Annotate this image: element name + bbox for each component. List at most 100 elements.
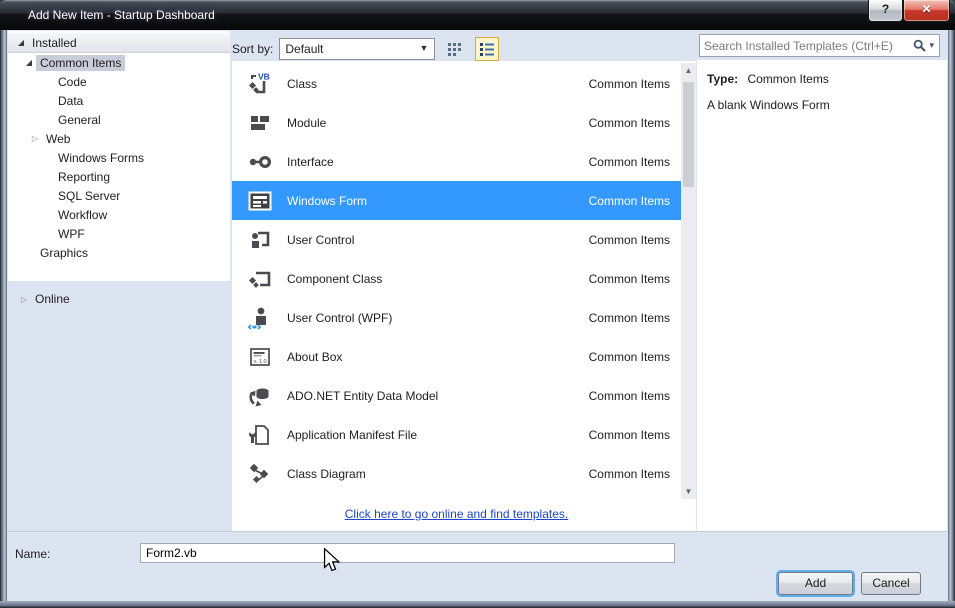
window-border-left [0, 30, 7, 608]
tree-node-reporting[interactable]: Reporting [40, 167, 230, 186]
template-category: Common Items [588, 271, 670, 286]
name-label: Name: [15, 547, 51, 561]
svg-text:VB: VB [258, 71, 270, 81]
search-box: ▾ [699, 34, 940, 57]
scrollbar-thumb[interactable] [683, 82, 694, 187]
template-item-component-class[interactable]: Component Class Common Items [232, 259, 681, 298]
template-item-class[interactable]: VB Class Common Items [232, 64, 681, 103]
sort-bar: Sort by: Default ▼ [232, 36, 500, 62]
template-item-about-box[interactable]: v. 1.0 About Box Common Items [232, 337, 681, 376]
tree-node-common-items[interactable]: ◢ Common Items [22, 53, 230, 72]
template-category: Common Items [588, 115, 670, 130]
template-item-ado-net-entity-data-model[interactable]: ADO.NET Entity Data Model Common Items [232, 376, 681, 415]
expanded-arrow-icon[interactable]: ◢ [14, 38, 28, 47]
tree-node-online[interactable]: ▷ Online [8, 289, 230, 309]
window-title: Add New Item - Startup Dashboard [28, 8, 215, 22]
template-item-application-manifest-file[interactable]: Application Manifest File Common Items [232, 415, 681, 454]
template-list: VB Class Common Items Module Common Item… [232, 61, 696, 531]
tree-node-graphics[interactable]: Graphics [22, 243, 230, 262]
template-category: Common Items [588, 310, 670, 325]
template-item-windows-form[interactable]: Windows Form Common Items [232, 181, 681, 220]
tree-label: Graphics [40, 245, 89, 260]
template-name: Class Diagram [287, 466, 366, 481]
tree-label: Installed [32, 35, 77, 50]
help-button[interactable]: ? [868, 0, 903, 22]
tree-node-wpf[interactable]: WPF [40, 224, 230, 243]
template-name: ADO.NET Entity Data Model [287, 388, 439, 403]
list-view-icon [480, 43, 495, 56]
svg-text:v. 1.0: v. 1.0 [254, 359, 267, 365]
template-category: Common Items [588, 388, 670, 403]
tree-label: Code [58, 74, 87, 89]
template-details-panel: Type: Common Items A blank Windows Form [697, 60, 947, 531]
tree-label: Windows Forms [58, 150, 145, 165]
online-link-row: Click here to go online and find templat… [232, 507, 681, 521]
tree-label: WPF [58, 226, 85, 241]
go-online-link[interactable]: Click here to go online and find templat… [345, 507, 568, 521]
template-description: A blank Windows Form [707, 98, 830, 112]
list-view-button[interactable] [475, 37, 500, 61]
template-name: Class [287, 76, 318, 91]
template-item-user-control[interactable]: User Control Common Items [232, 220, 681, 259]
sort-by-value: Default [285, 42, 324, 56]
template-item-module[interactable]: Module Common Items [232, 103, 681, 142]
add-button[interactable]: Add [778, 572, 853, 595]
tree-node-web[interactable]: ▷ Web [28, 129, 230, 148]
search-icon[interactable] [913, 39, 927, 52]
template-name: Application Manifest File [287, 427, 418, 442]
template-name: Module [287, 115, 327, 130]
type-label: Type: [707, 72, 739, 86]
tree-label: General [58, 112, 101, 127]
tree-label: Common Items [36, 54, 126, 71]
name-input[interactable] [140, 543, 675, 563]
collapsed-arrow-icon[interactable]: ▷ [17, 295, 31, 304]
cancel-button[interactable]: Cancel [861, 572, 921, 595]
template-name: About Box [287, 349, 343, 364]
close-button[interactable]: ✕ [903, 0, 950, 22]
template-name: Interface [287, 154, 334, 169]
tree-node-sql-server[interactable]: SQL Server [40, 186, 230, 205]
window-border-bottom [0, 601, 955, 608]
title-bar[interactable]: Add New Item - Startup Dashboard [0, 0, 955, 30]
sort-by-label: Sort by: [232, 42, 274, 56]
small-icons-grid-icon [448, 43, 462, 56]
scroll-down-icon[interactable]: ▼ [681, 484, 696, 499]
template-category: Common Items [588, 193, 670, 208]
tree-node-windows-forms[interactable]: Windows Forms [40, 148, 230, 167]
chevron-down-icon: ▼ [419, 43, 429, 53]
collapsed-arrow-icon[interactable]: ▷ [28, 134, 42, 143]
module-icon [245, 109, 275, 137]
tree-node-general[interactable]: General [40, 110, 230, 129]
tree-label: Online [35, 292, 70, 306]
about-box-icon: v. 1.0 [245, 343, 275, 371]
ado-net-entity-icon [245, 382, 275, 410]
window-border-right [948, 30, 955, 608]
tree-node-workflow[interactable]: Workflow [40, 205, 230, 224]
list-scrollbar[interactable]: ▲ ▼ [681, 63, 696, 499]
template-category: Common Items [588, 76, 670, 91]
windows-form-icon [245, 187, 275, 215]
scroll-up-icon[interactable]: ▲ [681, 63, 696, 78]
tree-label: SQL Server [58, 188, 121, 203]
footer-bar: Name: Add Cancel [7, 531, 948, 601]
user-control-icon [245, 226, 275, 254]
search-input[interactable] [700, 38, 914, 53]
small-icons-view-button[interactable] [443, 37, 467, 61]
template-item-user-control-wpf[interactable]: User Control (WPF) Common Items [232, 298, 681, 337]
class-diagram-icon [245, 460, 275, 488]
template-item-interface[interactable]: Interface Common Items [232, 142, 681, 181]
template-item-class-diagram[interactable]: Class Diagram Common Items [232, 454, 681, 493]
tree-node-data[interactable]: Data [40, 91, 230, 110]
vb-class-icon: VB [245, 70, 275, 98]
type-row: Type: Common Items [707, 72, 947, 86]
tree-label: Data [58, 93, 84, 108]
tree-node-code[interactable]: Code [40, 72, 230, 91]
installed-templates-tree: ◢ Installed ◢ Common Items Code Data Gen… [8, 31, 230, 281]
expanded-arrow-icon[interactable]: ◢ [22, 58, 36, 67]
template-category: Common Items [588, 427, 670, 442]
chevron-down-icon[interactable]: ▾ [929, 40, 934, 51]
tree-node-installed[interactable]: ◢ Installed [8, 33, 230, 53]
sort-by-dropdown[interactable]: Default ▼ [279, 38, 436, 60]
application-manifest-icon [245, 421, 275, 449]
tree-label: Web [46, 131, 71, 146]
